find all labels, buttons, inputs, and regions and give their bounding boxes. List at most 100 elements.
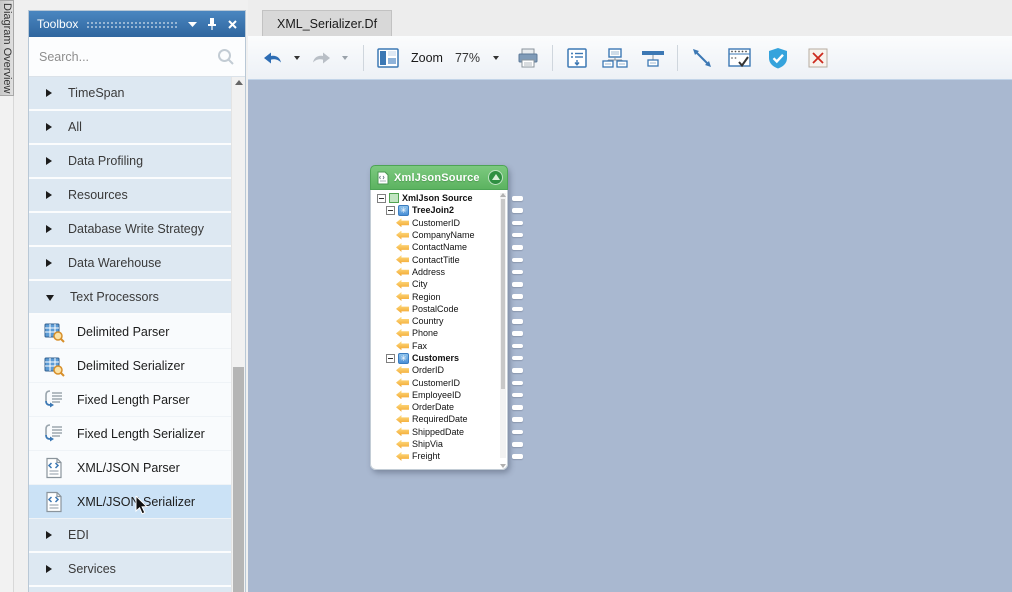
output-port[interactable] [512,258,523,263]
output-port[interactable] [512,368,523,373]
output-port[interactable] [512,405,523,410]
output-port[interactable] [512,442,523,447]
scroll-down-arrow-icon[interactable] [500,464,506,468]
output-port[interactable] [512,270,523,275]
output-port[interactable] [512,307,523,312]
toolbox-category-text-processors[interactable]: Text Processors [29,281,231,315]
scroll-up-arrow-icon[interactable] [500,193,506,197]
tree-row-field[interactable]: CompanyName [375,229,507,241]
output-port[interactable] [512,294,523,299]
redo-button[interactable] [308,44,334,72]
toolbox-search[interactable] [29,37,245,77]
dataflow-canvas[interactable]: XmlJsonSource XmlJson SourceTreeJoin2Cus… [248,80,1012,592]
scrollbar-thumb[interactable] [233,367,244,592]
toolbox-category-data-warehouse[interactable]: Data Warehouse [29,247,231,281]
tree-row-field[interactable]: OrderDate [375,401,507,413]
virtual-tree-button[interactable] [564,44,590,72]
tree-row-field[interactable]: ContactTitle [375,253,507,265]
undo-history-dropdown[interactable] [294,56,300,60]
tree-row-group[interactable]: TreeJoin2 [375,204,507,216]
toolbox-category-resources[interactable]: Resources [29,179,231,213]
tree-row-field[interactable]: Freight [375,450,507,462]
toolbox-category-all[interactable]: All [29,111,231,145]
toolbox-category-services[interactable]: Services [29,553,231,587]
output-port[interactable] [512,208,523,213]
output-port[interactable] [512,454,523,459]
output-port[interactable] [512,393,523,398]
collapse-expander-icon[interactable] [377,194,386,203]
output-port[interactable] [512,430,523,435]
output-port[interactable] [512,417,523,422]
tree-row-field[interactable]: CustomerID [375,217,507,229]
collapse-node-button[interactable] [488,170,503,185]
document-tab[interactable]: XML_Serializer.Df [262,10,392,36]
tree-row-field[interactable]: Region [375,290,507,302]
tree-row-field[interactable]: ShipVia [375,438,507,450]
window-menu-chevron-icon[interactable] [185,17,199,31]
toolbox-item-fixed-length-serializer[interactable]: Fixed Length Serializer [29,417,231,451]
toolbox-category-timespan[interactable]: TimeSpan [29,77,231,111]
zoom-dropdown[interactable] [493,56,499,60]
collection-node-icon [398,353,409,364]
node-header[interactable]: XmlJsonSource [370,165,508,190]
remove-icon[interactable] [805,44,831,72]
output-port[interactable] [512,381,523,386]
toolbox-item-delimited-serializer[interactable]: Delimited Serializer [29,349,231,383]
preview-panel-button[interactable] [375,44,401,72]
preview-data-button[interactable] [727,44,753,72]
pin-icon[interactable] [205,17,219,31]
scrollbar-thumb[interactable] [501,199,505,389]
xmljsonsource-node[interactable]: XmlJsonSource XmlJson SourceTreeJoin2Cus… [370,165,508,470]
scroll-up-arrow-icon[interactable] [235,80,243,85]
toolbox-item-delimited-parser[interactable]: Delimited Parser [29,315,231,349]
toolbox-scrollbar[interactable] [231,77,245,592]
field-icon [396,427,409,436]
tree-row-field[interactable]: ContactName [375,241,507,253]
output-port[interactable] [512,331,523,336]
verify-shield-icon[interactable] [765,44,791,72]
output-port[interactable] [512,356,523,361]
tree-row-field[interactable]: RequiredDate [375,413,507,425]
output-port[interactable] [512,344,523,349]
redo-history-dropdown[interactable] [342,56,348,60]
tree-row-field[interactable]: City [375,278,507,290]
tree-row-field[interactable]: PostalCode [375,303,507,315]
output-port[interactable] [512,196,523,201]
close-icon[interactable] [225,17,239,31]
tree-row-field[interactable]: Address [375,266,507,278]
toolbox-item-xml-json-serializer[interactable]: XML/JSON Serializer [29,485,231,519]
tree-row-group[interactable]: Customers [375,352,507,364]
node-scrollbar[interactable] [500,193,506,458]
toolbox-item-fixed-length-parser[interactable]: Fixed Length Parser [29,383,231,417]
tree-row-field[interactable]: Fax [375,340,507,352]
tree-row-root[interactable]: XmlJson Source [375,192,507,204]
toolbox-category-edi[interactable]: EDI [29,519,231,553]
output-port[interactable] [512,319,523,324]
toolbox-titlebar[interactable]: Toolbox [29,11,245,37]
tree-row-field[interactable]: Country [375,315,507,327]
output-port[interactable] [512,282,523,287]
output-port[interactable] [512,233,523,238]
tree-row-field[interactable]: CustomerID [375,376,507,388]
collapse-expander-icon[interactable] [386,354,395,363]
chevron-right-icon [46,123,52,131]
print-button[interactable] [515,44,541,72]
tree-row-field[interactable]: EmployeeID [375,389,507,401]
output-port[interactable] [512,245,523,250]
zoom-value[interactable]: 77% [455,51,485,65]
tree-row-field[interactable]: OrderID [375,364,507,376]
toolbox-item-xml-json-parser[interactable]: XML/JSON Parser [29,451,231,485]
toolbox-category-data-profiling[interactable]: Data Profiling [29,145,231,179]
auto-layout-button[interactable] [602,44,628,72]
horizontal-layout-button[interactable] [640,44,666,72]
output-port[interactable] [512,221,523,226]
collapse-expander-icon[interactable] [386,206,395,215]
tree-row-field[interactable]: Phone [375,327,507,339]
search-input[interactable] [39,50,217,64]
undo-button[interactable] [260,44,286,72]
diagram-overview-tab[interactable]: Diagram Overview [0,0,14,96]
draw-link-button[interactable] [689,44,715,72]
tree-row-label: Phone [412,328,438,338]
tree-row-field[interactable]: ShippedDate [375,426,507,438]
toolbox-category-database-write-strategy[interactable]: Database Write Strategy [29,213,231,247]
